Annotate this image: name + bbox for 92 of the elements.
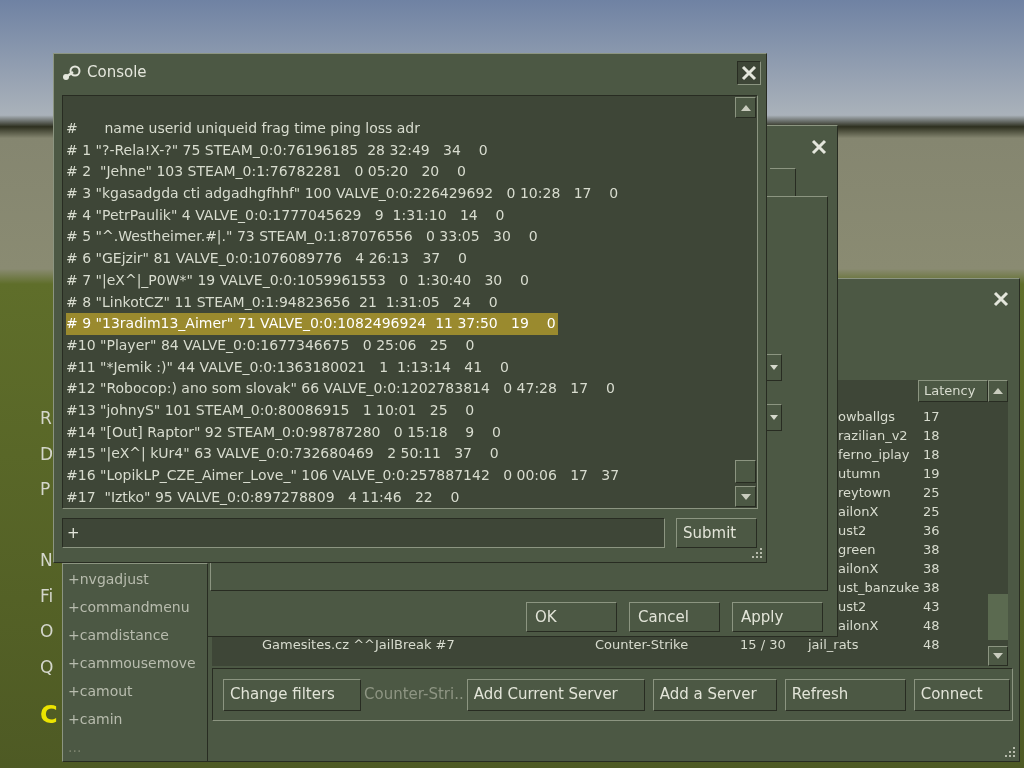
close-icon: [993, 291, 1009, 307]
toolbar-button[interactable]: Change filters: [223, 678, 361, 711]
latency-cell-text: 25: [922, 484, 940, 502]
map-cell-text: ust_banzuke: [838, 579, 920, 597]
console-line: # 3 "kgasadgda cti adgadhgfhhf" 100 VALVE_0:0:226429692 0 10:28 17 0: [66, 184, 620, 204]
menu-logo: C: [40, 702, 58, 728]
console-line: #17 "Iztko" 95 VALVE_0:0:897278809 4 11:46 22 0: [66, 487, 461, 507]
console-line: #14 "[Out] Raptor" 92 STEAM_0:0:98787280 0 15:18 9 0: [66, 422, 502, 442]
menu-item[interactable]: N: [40, 550, 53, 571]
console-line: # 5 "^.Westheimer.#|." 73 STEAM_0:1:87076556 0 33:05 30 0: [66, 227, 539, 247]
console-line: # 4 "PetrPaulik" 4 VALVE_0:0:1777045629 9 1:31:10 14 0: [66, 205, 506, 225]
console-line: #12 "Robocop:) ano som slovak" 66 VALVE_0:0:1202783814 0 47:28 17 0: [66, 379, 616, 399]
suggestion-item[interactable]: +nvgadjust: [68, 565, 207, 593]
suggestion-item[interactable]: +camdistance: [68, 621, 207, 649]
scroll-thumb[interactable]: [735, 460, 756, 483]
suggestion-item[interactable]: +camout: [68, 677, 207, 705]
logo-icon: [61, 64, 81, 81]
map-cell-text: ferno_iplay: [838, 446, 910, 464]
latency-cell-text: 18: [922, 446, 940, 464]
menu-item[interactable]: R: [40, 408, 52, 429]
close-icon: [811, 139, 827, 155]
dialog-button[interactable]: Apply: [732, 602, 823, 632]
scroll-down-icon: [993, 653, 1003, 659]
toolbar-button[interactable]: Connect: [913, 678, 1010, 711]
menu-item[interactable]: O: [40, 621, 54, 642]
map-cell-text: utumn: [838, 465, 881, 483]
console-line: # 1 "?-Rela!X-?" 75 STEAM_0:0:76196185 28 32:49 34 0: [66, 140, 489, 160]
suggestion-item[interactable]: +commandmenu: [68, 593, 207, 621]
latency-cell-text: 38: [922, 579, 940, 597]
console-line: # 6 "GEjzir" 81 VALVE_0:0:1076089776 4 26:13 37 0: [66, 249, 468, 269]
scroll-down-icon: [740, 493, 751, 500]
toolbar-button[interactable]: Add Current Server: [466, 678, 645, 711]
latency-cell-text: 17: [922, 408, 940, 426]
map-cell-text: owballgs: [838, 408, 896, 426]
game-cell-text: Counter-Strike: [595, 636, 689, 654]
scrollbar[interactable]: [735, 97, 756, 507]
menu-item[interactable]: Fi: [40, 585, 54, 607]
dialog-button[interactable]: OK: [526, 602, 617, 632]
console-line: #13 "johnyS" 101 STEAM_0:0:80086915 1 10:01 25 0: [66, 400, 476, 420]
map-cell-text: green: [838, 541, 876, 559]
menu-item[interactable]: P: [40, 479, 51, 500]
map-cell-text: reytown: [838, 484, 891, 502]
caret-icon: [769, 415, 778, 420]
toolbar-button[interactable]: Add a Server: [652, 678, 777, 711]
tab[interactable]: [770, 168, 796, 196]
latency-cell-text: 19: [922, 465, 940, 483]
caret-icon: [769, 365, 778, 370]
latency-cell-text: 48: [922, 617, 940, 635]
toolbar-button[interactable]: Refresh: [784, 678, 906, 711]
console-line: # 2 "Jehne" 103 STEAM_0:1:76782281 0 05:20 20 0: [66, 162, 467, 182]
scroll-up-icon: [993, 388, 1003, 394]
submit-button[interactable]: Submit: [676, 518, 757, 548]
close-button[interactable]: [737, 60, 761, 85]
console-line: # name userid uniqueid frag time ping loss adr: [66, 119, 421, 138]
console-line: #11 "*Jemik :)" 44 VALVE_0:0:1363180021 1 1:13:14 41 0: [66, 357, 510, 377]
resize-grip-icon[interactable]: [1005, 747, 1015, 757]
latency-cell-text: 18: [922, 427, 940, 445]
more-indicator: ...: [68, 738, 83, 757]
scrollbar[interactable]: [988, 380, 1008, 666]
console-line: #16 "LopikLP_CZE_Aimer_Love_" 106 VALVE_0:0:257887142 0 00:06 17 37: [66, 466, 621, 485]
menu-item[interactable]: Q: [40, 656, 54, 678]
column-header[interactable]: Latency: [918, 380, 988, 402]
map-cell-text: ust2: [838, 522, 867, 540]
dialog-button[interactable]: Cancel: [629, 602, 720, 632]
console-line: #15 "|eX^| kUr4" 63 VALVE_0:0:732680469 2 50:11 37 0: [66, 444, 500, 464]
scroll-thumb[interactable]: [988, 594, 1008, 640]
console-line: # 8 "LinkotCZ" 11 STEAM_0:1:94823656 21 1:31:05 24 0: [66, 292, 499, 312]
console-line: # 7 "|eX^|_P0W*" 19 VALVE_0:0:1059961553 0 1:30:40 30 0: [66, 270, 530, 291]
scroll-up-icon: [740, 104, 751, 111]
latency-cell-text: 36: [922, 522, 940, 540]
players-cell-text: 15 / 30: [740, 636, 786, 654]
suggestion-item[interactable]: +camin: [68, 705, 207, 733]
map-cell-text: ailonX: [838, 617, 879, 635]
server-name-cell-text: Gamesites.cz ^^JailBreak #7: [262, 636, 455, 654]
command-input[interactable]: +: [62, 518, 665, 548]
map-cell-text: ust2: [838, 598, 867, 616]
map-cell-text: razilian_v2: [838, 427, 908, 445]
latency-cell-text: 43: [922, 598, 940, 616]
filter-label: Counter-Stri..: [364, 684, 464, 706]
close-icon: [741, 64, 757, 81]
latency-cell-text: 25: [922, 503, 940, 521]
latency-cell-text: 38: [922, 560, 940, 578]
resize-grip-icon[interactable]: [752, 548, 762, 558]
map-cell-text: ailonX: [838, 503, 879, 521]
map-cell-text: ailonX: [838, 560, 879, 578]
suggestion-item[interactable]: +cammousemove: [68, 649, 207, 677]
latency-cell-text: 38: [922, 541, 940, 559]
latency-cell-text: 48: [922, 636, 940, 654]
map-cell-text: jail_rats: [808, 636, 859, 654]
window-title: Console: [87, 62, 147, 84]
console-line: #10 "Player" 84 VALVE_0:0:1677346675 0 25:06 25 0: [66, 335, 476, 355]
menu-item[interactable]: D: [40, 443, 54, 465]
